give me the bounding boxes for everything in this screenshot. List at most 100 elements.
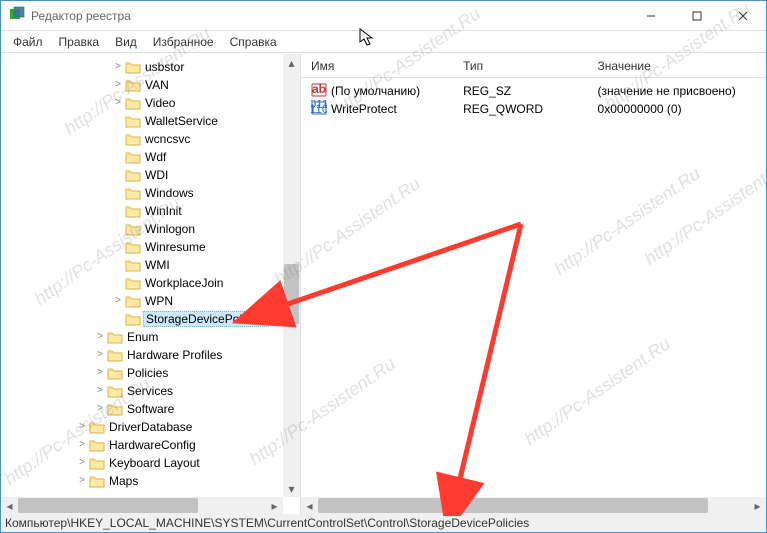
col-name[interactable]: Имя [301, 59, 453, 73]
tree-node-label: Wdf [143, 150, 168, 164]
tree-hscrollbar[interactable]: ◂ ▸ [1, 497, 283, 514]
folder-icon [107, 402, 123, 416]
chevron-right-icon[interactable]: > [111, 62, 125, 72]
cell-name: WriteProtect [331, 102, 397, 116]
chevron-right-icon[interactable]: > [93, 332, 107, 342]
folder-icon [125, 276, 141, 290]
tree-node[interactable]: WMI [1, 256, 283, 274]
scroll-left-icon[interactable]: ◂ [1, 497, 18, 514]
folder-icon [125, 222, 141, 236]
folder-icon [125, 60, 141, 74]
tree-node-label: Services [125, 384, 175, 398]
tree-node[interactable]: WinInit [1, 202, 283, 220]
tree-node[interactable]: Winlogon [1, 220, 283, 238]
chevron-right-icon[interactable]: > [111, 296, 125, 306]
tree-node-label: usbstor [143, 60, 186, 74]
cell-value: (значение не присвоено) [598, 84, 736, 98]
tree-node-label: DriverDatabase [107, 420, 194, 434]
chevron-right-icon[interactable]: > [93, 368, 107, 378]
menu-view[interactable]: Вид [107, 33, 145, 51]
tree-node[interactable]: wcncsvc [1, 130, 283, 148]
list-row[interactable]: ab(По умолчанию)REG_SZ(значение не присв… [301, 82, 766, 100]
scroll-left-icon[interactable]: ◂ [301, 497, 318, 514]
chevron-right-icon[interactable]: > [93, 350, 107, 360]
col-value[interactable]: Значение [588, 59, 766, 73]
chevron-right-icon[interactable]: > [75, 476, 89, 486]
chevron-right-icon[interactable]: > [75, 440, 89, 450]
tree-node[interactable]: Winresume [1, 238, 283, 256]
tree-node[interactable]: Windows [1, 184, 283, 202]
tree-hscroll-thumb[interactable] [18, 498, 198, 513]
tree-node[interactable]: WorkplaceJoin [1, 274, 283, 292]
folder-icon [125, 312, 141, 326]
folder-icon [89, 474, 105, 488]
list-header: Имя Тип Значение [301, 54, 766, 78]
folder-icon [89, 420, 105, 434]
tree-node[interactable]: >Hardware Profiles [1, 346, 283, 364]
maximize-button[interactable] [674, 1, 720, 31]
folder-icon [125, 294, 141, 308]
scroll-up-icon[interactable]: ▴ [283, 54, 300, 71]
tree-node[interactable]: >Maps [1, 472, 283, 490]
tree-node-label: Keyboard Layout [107, 456, 202, 470]
app-icon [9, 6, 25, 25]
folder-icon [107, 348, 123, 362]
menu-favorites[interactable]: Избранное [145, 33, 222, 51]
tree-node[interactable]: WDI [1, 166, 283, 184]
list-row[interactable]: 011110WriteProtectREG_QWORD0x00000000 (0… [301, 100, 766, 118]
menu-bar: Файл Правка Вид Избранное Справка [1, 31, 766, 53]
tree-node[interactable]: > Video [1, 94, 283, 112]
minimize-button[interactable] [628, 1, 674, 31]
folder-icon [89, 456, 105, 470]
scroll-right-icon[interactable]: ▸ [266, 497, 283, 514]
chevron-right-icon[interactable]: > [93, 386, 107, 396]
list-hscroll-thumb[interactable] [318, 498, 708, 513]
value-icon: 011110 [311, 100, 327, 119]
cell-name: (По умолчанию) [331, 84, 420, 98]
menu-edit[interactable]: Правка [51, 33, 108, 51]
tree-node[interactable]: StorageDevicePolicies [1, 310, 283, 328]
folder-icon [107, 330, 123, 344]
folder-icon [125, 258, 141, 272]
list-view[interactable]: ab(По умолчанию)REG_SZ(значение не присв… [301, 78, 766, 122]
tree-view[interactable]: >usbstor>VAN>VideoWalletServicewcncsvcWd… [1, 54, 283, 497]
tree-node[interactable]: WalletService [1, 112, 283, 130]
tree-vscroll-thumb[interactable] [284, 264, 299, 324]
menu-help[interactable]: Справка [222, 33, 285, 51]
col-type[interactable]: Тип [453, 59, 587, 73]
scroll-right-icon[interactable]: ▸ [749, 497, 766, 514]
folder-icon [125, 204, 141, 218]
tree-node-label: Windows [143, 186, 196, 200]
value-icon: ab [311, 82, 327, 101]
tree-node[interactable]: >WPN [1, 292, 283, 310]
chevron-right-icon[interactable]: > [111, 98, 125, 108]
folder-icon [125, 132, 141, 146]
list-pane: Имя Тип Значение ab(По умолчанию)REG_SZ(… [301, 54, 766, 514]
list-hscrollbar[interactable]: ◂ ▸ [301, 497, 766, 514]
tree-node-label: wcncsvc [143, 132, 192, 146]
tree-node[interactable]: >Software [1, 400, 283, 418]
tree-node[interactable]: >VAN [1, 76, 283, 94]
chevron-right-icon[interactable]: > [93, 404, 107, 414]
menu-file[interactable]: Файл [5, 33, 51, 51]
tree-vscrollbar[interactable]: ▴ ▾ [283, 54, 300, 497]
tree-node[interactable]: > DriverDatabase [1, 418, 283, 436]
chevron-right-icon[interactable]: > [111, 80, 125, 90]
chevron-right-icon[interactable]: > [75, 458, 89, 468]
tree-node[interactable]: > Services [1, 382, 283, 400]
tree-node[interactable]: Wdf [1, 148, 283, 166]
close-button[interactable] [720, 1, 766, 31]
tree-node-label: Video [143, 96, 177, 110]
folder-icon [125, 114, 141, 128]
tree-node-label: WorkplaceJoin [143, 276, 225, 290]
scroll-down-icon[interactable]: ▾ [283, 480, 300, 497]
tree-node[interactable]: > usbstor [1, 58, 283, 76]
folder-icon [125, 168, 141, 182]
chevron-right-icon[interactable]: > [75, 422, 89, 432]
tree-node[interactable]: >HardwareConfig [1, 436, 283, 454]
tree-node-label: WalletService [143, 114, 220, 128]
tree-node[interactable]: > Keyboard Layout [1, 454, 283, 472]
tree-node[interactable]: >Enum [1, 328, 283, 346]
tree-node[interactable]: >Policies [1, 364, 283, 382]
folder-icon [125, 96, 141, 110]
